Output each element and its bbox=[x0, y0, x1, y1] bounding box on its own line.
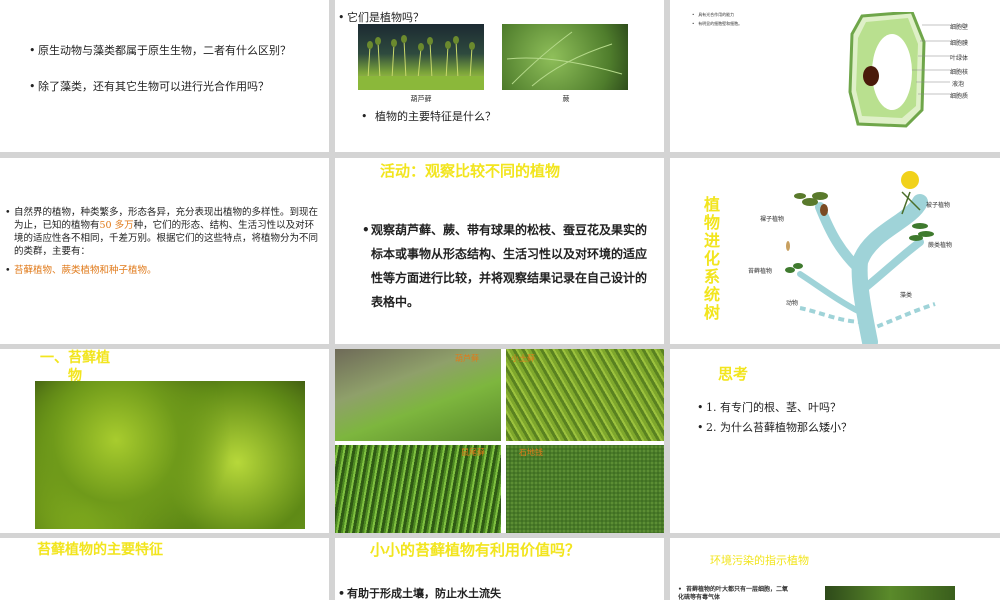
label-gymnosperm: 裸子植物 bbox=[760, 216, 785, 223]
slide-6[interactable]: 植物进化系统树 被子植物 裸子植物 蕨类植物 苔藓植物 动物 藻类 bbox=[670, 158, 1000, 344]
slide-title: 苔藓植物的主要特征 bbox=[37, 542, 163, 558]
caption-fern: 蕨 bbox=[562, 95, 570, 103]
slide-12[interactable]: 环境污染的指示植物 • 苔藓植物的叶大都只有一层细胞，二氧化硫等有毒气体 bbox=[670, 538, 1000, 600]
slide-title: 环境污染的指示植物 bbox=[710, 554, 809, 567]
label-angiosperm: 被子植物 bbox=[926, 202, 951, 209]
label-moss: 苔藓植物 bbox=[748, 268, 773, 275]
slide-title-vertical: 植物进化系统树 bbox=[703, 195, 720, 322]
activity-text: • 观察葫芦藓、蕨、带有球果的松枝、蚕豆花及果实的标本或事物从形态结构、生活习性以… bbox=[362, 223, 648, 309]
paragraph-2: • 苔藓植物、蕨类植物和种子植物。 bbox=[5, 265, 157, 276]
slide-1[interactable]: • 原生动物与藻类都属于原生生物，二者有什么区别？ • 除了藻类，还有其它生物可以进… bbox=[0, 0, 329, 152]
label-fern: 蕨类植物 bbox=[928, 242, 953, 249]
evolution-tree bbox=[785, 171, 936, 344]
slide-11[interactable]: 小小的苔藓植物有利用价值吗？ • 有助于形成土壤，防止水土流失 bbox=[335, 538, 664, 600]
label-animal: 动物 bbox=[786, 300, 799, 307]
slide-title: 思考 bbox=[717, 365, 748, 383]
paragraph-1: • 自然界的植物，种类繁多，形态各异，充分表现出植物的多样性。到现在为止，已知的植… bbox=[5, 207, 319, 257]
note-2: • 有明显的细胞壁和细胞。 bbox=[692, 21, 743, 26]
question-1: • 原生动物与藻类都属于原生生物，二者有什么区别？ bbox=[29, 44, 291, 57]
slide-5[interactable]: 活动：观察比较不同的植物 • 观察葫芦藓、蕨、带有球果的松枝、蚕豆花及果实的标本或… bbox=[335, 158, 664, 344]
moss-closeup-photo bbox=[35, 381, 305, 529]
moss-photo bbox=[358, 24, 484, 90]
slide-10[interactable]: 苔藓植物的主要特征 bbox=[0, 538, 329, 600]
label-algae: 藻类 bbox=[900, 292, 913, 299]
question-1: • 1. 有专门的根、茎、叶吗？ bbox=[697, 401, 841, 414]
slide-7[interactable]: 一、苔藓植物 bbox=[0, 349, 329, 533]
slide-title: 小小的苔藓植物有利用价值吗？ bbox=[369, 541, 580, 559]
moss-photo bbox=[825, 586, 955, 600]
slide-2[interactable]: • 它们是植物吗？ 葫芦藓 蕨 • 植物的主要特征是什么？ bbox=[335, 0, 664, 152]
slide-title: 一、苔藓植物 bbox=[40, 350, 110, 384]
slide-8[interactable]: 葫芦藓 小土藓 鼠尾藓 石地钱 bbox=[335, 349, 664, 533]
question-2: • 除了藻类，还有其它生物可以进行光合作用吗？ bbox=[29, 80, 269, 93]
slide-title: 活动：观察比较不同的植物 bbox=[379, 162, 560, 180]
question-2: • 植物的主要特征是什么？ bbox=[361, 110, 496, 123]
label-photo-3: 鼠尾藓 bbox=[461, 448, 485, 457]
slide-9[interactable]: 思考 • 1. 有专门的根、茎、叶吗？ • 2. 为什么苔藓植物那么矮小？ bbox=[670, 349, 1000, 533]
question-2: • 2. 为什么苔藓植物那么矮小？ bbox=[697, 421, 852, 434]
moss-photo-3 bbox=[335, 445, 501, 533]
benefit-1: • 有助于形成土壤，防止水土流失 bbox=[338, 587, 501, 600]
label-photo-2: 小土藓 bbox=[511, 354, 535, 363]
label-photo-1: 葫芦藓 bbox=[455, 354, 479, 363]
caption-moss: 葫芦藓 bbox=[410, 95, 432, 103]
moss-photo-4 bbox=[506, 445, 664, 533]
label-leader-lines bbox=[912, 24, 950, 95]
note-1: • 具有光合作用的能力 bbox=[692, 12, 735, 17]
indicator-text: • 苔藓植物的叶大都只有一层细胞，二氧化硫等有毒气体 bbox=[678, 586, 789, 600]
slide-4[interactable]: • 自然界的植物，种类繁多，形态各异，充分表现出植物的多样性。到现在为止，已知的植… bbox=[0, 158, 329, 344]
label-photo-4: 石地钱 bbox=[519, 448, 543, 457]
fern-photo bbox=[502, 24, 628, 90]
slide-3[interactable]: • 具有光合作用的能力 • 有明显的细胞壁和细胞。 细胞壁 细胞膜 叶绿体 细胞… bbox=[670, 0, 1000, 152]
